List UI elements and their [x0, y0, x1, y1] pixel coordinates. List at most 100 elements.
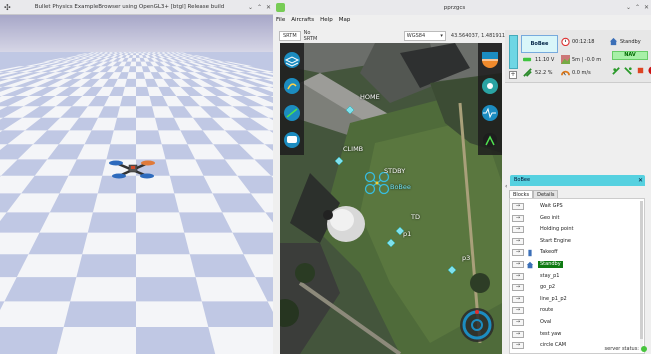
maximize-button[interactable]: ⌃: [255, 4, 264, 11]
block-label: Geo init: [540, 214, 560, 221]
antenna-icon[interactable]: [483, 133, 497, 147]
battery-voltage: 11.10 V: [522, 55, 554, 64]
block-label: route: [540, 307, 554, 314]
close-button[interactable]: ✕: [264, 4, 273, 11]
dock-collapse-button[interactable]: ‹: [505, 183, 507, 190]
map-view[interactable]: HOME CLIMB STDBY BoBee TD p1 p3: [280, 43, 502, 354]
go-to-block-button[interactable]: →: [512, 307, 524, 315]
projection-select[interactable]: WGS84 ▾: [403, 31, 446, 41]
speedometer-icon: [561, 70, 570, 76]
3d-viewport[interactable]: [0, 15, 273, 354]
block-label: Holding point: [540, 226, 574, 233]
flight-time-value: 00:12:18: [572, 38, 595, 45]
quick-actions: [612, 66, 651, 75]
path-tool-icon[interactable]: [284, 78, 300, 94]
takeoff-icon[interactable]: [612, 66, 621, 75]
aircraft-name-badge[interactable]: BoBee: [521, 35, 558, 53]
stopwatch-icon: [561, 37, 570, 46]
block-row[interactable]: → test yaw: [510, 330, 644, 339]
block-row[interactable]: → Oval: [510, 318, 644, 327]
flight-time: 00:12:18: [561, 37, 594, 46]
go-to-block-button[interactable]: →: [512, 330, 524, 338]
block-label: Start Engine: [540, 237, 571, 244]
gcs-window-title: pprzgcs: [443, 4, 466, 11]
tab-blocks[interactable]: Blocks: [509, 190, 534, 198]
block-row[interactable]: → Start Engine: [510, 237, 644, 246]
throttle-icon: [523, 68, 532, 77]
minimize-button[interactable]: ⌄: [246, 4, 255, 11]
server-status-label: server status:: [604, 346, 639, 352]
maximize-button[interactable]: ⌃: [633, 4, 642, 11]
block-row[interactable]: → Wait GPS: [510, 202, 644, 211]
menu-file[interactable]: File: [276, 17, 285, 23]
block-row[interactable]: → route: [510, 306, 644, 315]
block-label: line_p1_p2: [540, 295, 567, 302]
checkerboard-ground: [0, 52, 273, 354]
go-to-block-button[interactable]: →: [512, 203, 524, 210]
block-icon-placeholder: [526, 203, 534, 211]
voltage-value: 11.10 V: [535, 56, 555, 63]
waypoint-climb-label: CLIMB: [343, 145, 364, 153]
layers-icon[interactable]: [284, 52, 300, 68]
close-button[interactable]: ✕: [642, 4, 651, 11]
block-row[interactable]: → Takeoff: [510, 248, 644, 257]
expand-button[interactable]: +: [509, 71, 517, 79]
block-row[interactable]: → line_p1_p2: [510, 295, 644, 304]
block-row[interactable]: → Holding point: [510, 225, 644, 234]
throttle-value: 52.2 %: [535, 69, 553, 76]
kill-motors-icon[interactable]: [636, 66, 645, 75]
compass-widget[interactable]: [460, 308, 494, 342]
go-to-block-button[interactable]: →: [512, 237, 524, 245]
block-icon-placeholder: [526, 272, 534, 280]
mode-value: Standby: [620, 38, 641, 45]
gps-satellite-icon[interactable]: [482, 78, 498, 94]
go-to-block-button[interactable]: →: [512, 342, 524, 350]
mode-indicator: Standby: [609, 37, 641, 46]
aircraft-dock: ‹ BoBee ✕ Blocks Details → Wait GPS → Geo i…: [505, 83, 651, 354]
go-to-block-button[interactable]: →: [512, 214, 524, 222]
landing-icon[interactable]: [624, 66, 633, 75]
go-to-block-button[interactable]: →: [512, 272, 524, 280]
menu-help[interactable]: Help: [320, 17, 333, 23]
block-label: Takeoff: [540, 249, 558, 256]
go-to-block-button[interactable]: →: [512, 261, 524, 268]
gcs-titlebar: pprzgcs ⌄ ⌃ ✕: [273, 0, 651, 15]
block-label: stay_p1: [540, 272, 560, 279]
tab-details[interactable]: Details: [533, 190, 559, 198]
nav-mode-badge[interactable]: NAV: [612, 51, 648, 60]
desktop: ✣ Bullet Physics ExampleBrowser using Op…: [0, 0, 651, 354]
go-to-block-button[interactable]: →: [512, 249, 524, 257]
attitude-indicator-icon[interactable]: [482, 52, 498, 68]
block-row[interactable]: → stay_p1: [510, 272, 644, 281]
block-icon-placeholder: [526, 226, 534, 234]
server-status-indicator: [641, 346, 647, 352]
minimize-button[interactable]: ⌄: [624, 4, 633, 11]
bullet-titlebar: ✣ Bullet Physics ExampleBrowser using Op…: [0, 0, 273, 15]
go-to-block-button[interactable]: →: [512, 319, 524, 326]
block-label: test yaw: [540, 330, 562, 337]
aircraft-color-bar[interactable]: [509, 35, 518, 69]
signal-graph-icon[interactable]: [482, 105, 498, 121]
block-label: Wait GPS: [540, 203, 563, 209]
srtm-button[interactable]: SRTM: [279, 31, 301, 41]
menu-map[interactable]: Map: [339, 17, 351, 23]
block-row[interactable]: → go_p2: [510, 283, 644, 292]
go-to-block-button[interactable]: →: [512, 295, 524, 303]
block-row[interactable]: → Geo init: [510, 214, 644, 223]
chat-tool-icon[interactable]: [284, 132, 300, 148]
menu-aircrafts[interactable]: Aircrafts: [291, 17, 314, 23]
current-block-label: Standby: [538, 261, 563, 268]
block-label: circle CAM: [540, 342, 567, 349]
menu-bar: File Aircrafts Help Map: [273, 15, 651, 25]
ruler-tool-icon[interactable]: [284, 105, 300, 121]
go-to-block-button[interactable]: →: [512, 226, 524, 234]
go-to-block-button[interactable]: →: [512, 284, 524, 292]
block-icon-placeholder: [526, 284, 534, 292]
dock-tabs: Blocks Details: [509, 190, 559, 198]
block-row[interactable]: → Standby: [510, 260, 644, 269]
block-icon-placeholder: [526, 319, 534, 327]
dock-title: BoBee: [514, 177, 531, 183]
gcs-window: pprzgcs ⌄ ⌃ ✕ File Aircrafts Help Map SR…: [273, 0, 651, 354]
close-icon[interactable]: ✕: [638, 175, 643, 186]
srtm-status: No SRTM: [303, 30, 318, 42]
